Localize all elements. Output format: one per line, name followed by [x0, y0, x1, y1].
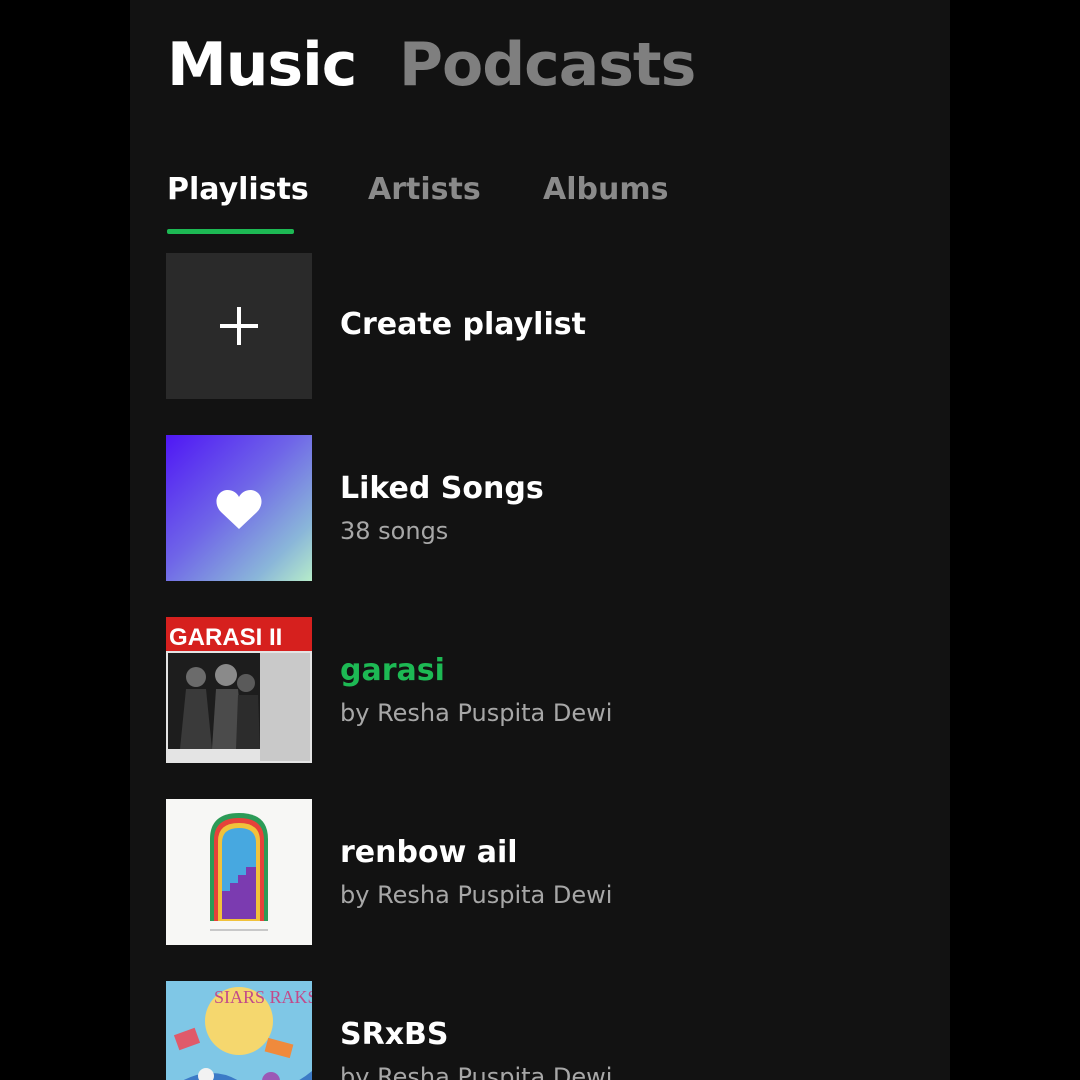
playlist-row-srxbs[interactable]: SIARS RAKSH SRxBS by Resha Puspita Dewi: [166, 981, 926, 1080]
create-playlist-tile: [166, 253, 312, 399]
playlist-row-renbow-ail[interactable]: renbow ail by Resha Puspita Dewi: [166, 799, 926, 945]
playlist-title-srxbs: SRxBS: [340, 1017, 449, 1052]
playlist-owner-garasi: by Resha Puspita Dewi: [340, 699, 613, 727]
playlist-cover-garasi: GARASI II: [166, 617, 312, 763]
tab-playlists[interactable]: Playlists: [167, 172, 309, 207]
tab-albums[interactable]: Albums: [543, 172, 668, 207]
create-playlist-label: Create playlist: [340, 307, 586, 342]
playlist-title-garasi: garasi: [340, 653, 445, 688]
liked-songs-row[interactable]: Liked Songs 38 songs: [166, 435, 926, 581]
garasi-cover-text: GARASI II: [169, 624, 282, 651]
active-tab-indicator: [167, 229, 294, 234]
srxbs-cover-text: SIARS RAKSH: [214, 987, 312, 1007]
playlist-cover-renbow-ail: [166, 799, 312, 945]
liked-songs-cover: [166, 435, 312, 581]
playlist-owner-srxbs: by Resha Puspita Dewi: [340, 1063, 613, 1080]
library-screen: Music Podcasts Playlists Artists Albums …: [130, 0, 950, 1080]
heart-icon: [216, 490, 262, 529]
create-playlist-row[interactable]: Create playlist: [166, 253, 926, 399]
playlist-owner-renbow-ail: by Resha Puspita Dewi: [340, 881, 613, 909]
plus-icon: [220, 307, 258, 345]
tab-music[interactable]: Music: [167, 30, 357, 100]
playlist-row-garasi[interactable]: GARASI II garasi by Resha Puspita Dewi: [166, 617, 926, 763]
playlist-title-renbow-ail: renbow ail: [340, 835, 518, 870]
tab-artists[interactable]: Artists: [368, 172, 481, 207]
liked-songs-title: Liked Songs: [340, 471, 544, 506]
tab-podcasts[interactable]: Podcasts: [399, 30, 696, 100]
playlist-cover-srxbs: SIARS RAKSH: [166, 981, 312, 1080]
liked-songs-count: 38 songs: [340, 517, 449, 545]
